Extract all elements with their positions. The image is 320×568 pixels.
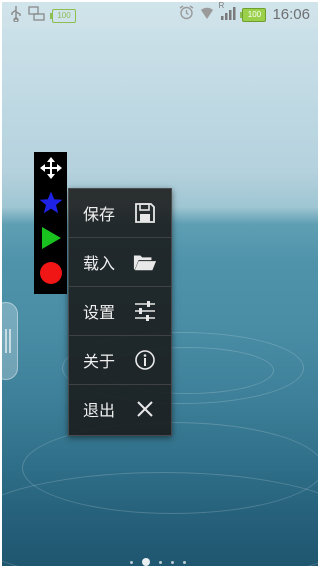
- menu-item-load[interactable]: 载入: [69, 238, 171, 287]
- star-icon: [38, 190, 64, 220]
- menu-item-label: 关于: [83, 352, 116, 371]
- menu-item-label: 载入: [83, 254, 116, 273]
- menu-item-label: 设置: [83, 303, 116, 322]
- device-link-icon: [28, 6, 46, 26]
- battery-icon: 100: [240, 7, 267, 22]
- popup-menu: 保存 载入 设置 关于 退出: [68, 188, 172, 436]
- favorite-button[interactable]: [34, 187, 67, 222]
- roaming-indicator: R: [218, 2, 225, 10]
- save-icon: [133, 201, 157, 225]
- clock: 16:06: [272, 6, 310, 23]
- menu-item-label: 保存: [83, 205, 116, 224]
- battery-small-icon: 100: [50, 9, 76, 23]
- signal-icon: R: [218, 2, 236, 24]
- menu-item-settings[interactable]: 设置: [69, 287, 171, 336]
- menu-item-about[interactable]: 关于: [69, 336, 171, 385]
- floating-toolbar: [34, 152, 67, 294]
- page-indicator: [130, 558, 186, 566]
- menu-item-exit[interactable]: 退出: [69, 385, 171, 433]
- alarm-icon: [179, 5, 194, 24]
- home-screen: 100 R 100 16:06 保存 载入 设置 关于 退出: [2, 2, 318, 566]
- record-dot-icon: [38, 260, 64, 290]
- sliders-icon: [133, 299, 157, 323]
- wallpaper-ripple: [2, 472, 318, 566]
- menu-item-save[interactable]: 保存: [69, 189, 171, 238]
- move-button[interactable]: [34, 152, 67, 187]
- close-icon: [133, 397, 157, 421]
- record-button[interactable]: [34, 257, 67, 292]
- play-button[interactable]: [34, 222, 67, 257]
- menu-item-label: 退出: [83, 401, 116, 420]
- wifi-icon: [200, 5, 214, 24]
- usb-icon: [10, 6, 22, 26]
- play-icon: [39, 225, 63, 255]
- move-arrows-icon: [38, 155, 64, 185]
- status-bar: 100 R 100 16:06: [2, 2, 318, 28]
- page-dot[interactable]: [183, 560, 186, 564]
- edge-panel-handle[interactable]: [2, 302, 18, 380]
- folder-open-icon: [133, 250, 157, 274]
- page-dot[interactable]: [171, 560, 174, 564]
- page-dot[interactable]: [130, 560, 133, 564]
- page-dot-active[interactable]: [142, 558, 150, 566]
- info-icon: [133, 348, 157, 372]
- page-dot[interactable]: [159, 560, 162, 564]
